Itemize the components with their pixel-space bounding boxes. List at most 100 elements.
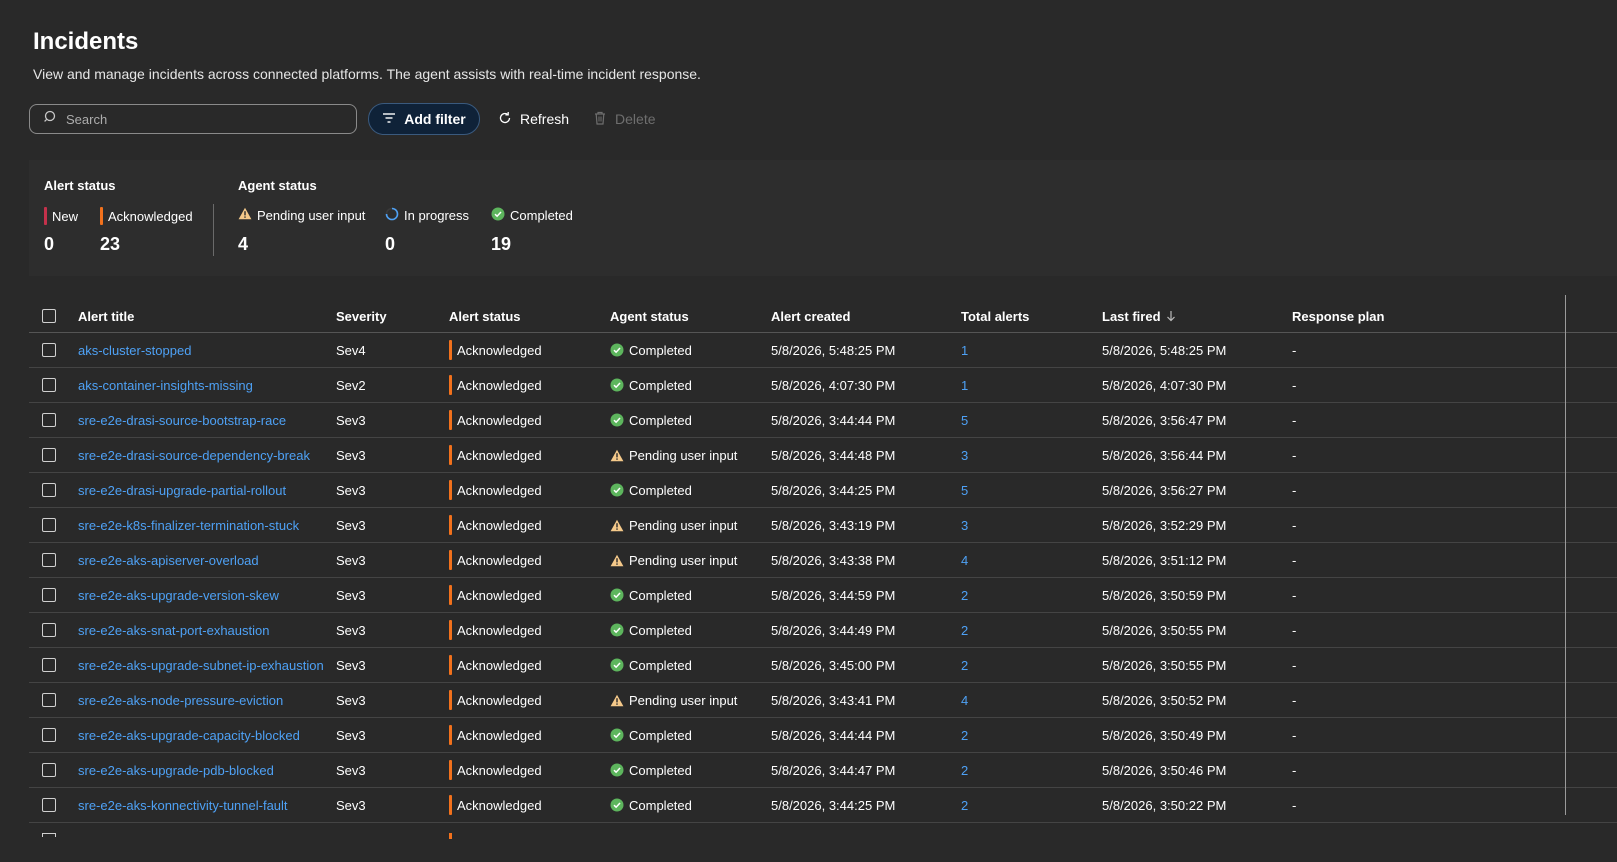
alert-status-bar	[449, 585, 452, 605]
table-row[interactable]: sre-e2e-k8s-finalizer-termination-stuck S…	[29, 508, 1617, 543]
alert-title-link[interactable]: sre-e2e-drasi-upgrade-partial-rollout	[78, 473, 286, 507]
table-row[interactable]: sre-e2e-aks-apiserver-overload Sev3 Acknow…	[29, 543, 1617, 578]
table-row[interactable]: sre-e2e-drasi-source-dependency-break Sev…	[29, 438, 1617, 473]
refresh-button[interactable]: Refresh	[498, 111, 569, 128]
total-alerts-link[interactable]: 2	[961, 613, 968, 647]
select-all-checkbox[interactable]	[42, 309, 56, 323]
table-row[interactable]: sre-e2e-drasi-source-bootstrap-race Sev3 A…	[29, 403, 1617, 438]
alert-status-bar	[449, 760, 452, 780]
row-checkbox[interactable]	[42, 343, 56, 357]
agent-completed-label: Completed	[510, 208, 573, 223]
alert-title-link[interactable]: aks-container-insights-missing	[78, 368, 253, 402]
agent-progress-label: In progress	[404, 208, 470, 223]
col-total-alerts[interactable]: Total alerts	[961, 300, 1029, 332]
alert-title-link[interactable]: sre-e2e-drasi-source-bootstrap-race	[78, 403, 286, 437]
add-filter-button[interactable]: Add filter	[368, 103, 480, 135]
row-checkbox-cell	[42, 543, 56, 577]
alert-title-link[interactable]: sre-e2e-aks-node-pressure-eviction	[78, 683, 283, 717]
col-agent-status[interactable]: Agent status	[610, 300, 689, 332]
total-alerts-link[interactable]: 3	[961, 438, 968, 472]
alert-title-link[interactable]: sre-e2e-k8s-finalizer-termination-stuck	[78, 508, 299, 542]
agent-status-cell: Pending user input	[610, 438, 737, 472]
alert-title-link[interactable]: sre-e2e-drasi-source-dependency-break	[78, 438, 310, 472]
last-fired-value: 5/8/2026, 3:56:47 PM	[1102, 412, 1227, 428]
severity-value: Sev2	[336, 377, 366, 393]
alert-ack-filter[interactable]: Acknowledged	[100, 207, 193, 225]
ack-status-bar	[100, 207, 103, 225]
check-circle-icon	[610, 483, 624, 497]
last-fired-value: 5/8/2026, 3:52:29 PM	[1102, 517, 1227, 533]
row-checkbox[interactable]	[42, 763, 56, 777]
total-alerts-link[interactable]: 2	[961, 648, 968, 682]
table-row[interactable]: sre-e2e-aks-node-pressure-eviction Sev3 Ac…	[29, 683, 1617, 718]
row-checkbox[interactable]	[42, 553, 56, 567]
alert-title-link[interactable]: sre-e2e-aks-snat-port-exhaustion	[78, 613, 269, 647]
table-row[interactable]: sre-e2e-aks-konnectivity-tunnel-fault Sev…	[29, 788, 1617, 823]
row-checkbox[interactable]	[42, 658, 56, 672]
alert-created-value: 5/8/2026, 3:44:47 PM	[771, 762, 896, 778]
total-alerts-link[interactable]: 5	[961, 473, 968, 507]
agent-pending-filter[interactable]: Pending user input	[238, 207, 365, 223]
incidents-table: Alert title Severity Alert status Agent …	[29, 300, 1617, 843]
table-row[interactable]: aks-cluster-stopped Sev4 Acknowledged Compl…	[29, 333, 1617, 368]
total-alerts-link[interactable]: 2	[961, 718, 968, 752]
alert-created-value: 5/8/2026, 3:45:00 PM	[771, 657, 896, 673]
alert-status-cell: Acknowledged	[449, 788, 542, 822]
table-row[interactable]: sre-e2e-aks-upgrade-subnet-ip-exhaustion…	[29, 648, 1617, 683]
total-alerts-link[interactable]: 5	[961, 403, 968, 437]
col-alert-title[interactable]: Alert title	[78, 300, 134, 332]
table-row[interactable]: sre-e2e-drasi-upgrade-partial-rollout Sev…	[29, 473, 1617, 508]
delete-button[interactable]: Delete	[593, 111, 656, 128]
agent-progress-filter[interactable]: In progress	[385, 207, 469, 224]
alert-title-link[interactable]: sre-e2e-aks-upgrade-version-skew	[78, 578, 279, 612]
table-row[interactable]: sre-e2e-aks-upgrade-capacity-blocked Sev3…	[29, 718, 1617, 753]
alert-status-bar	[449, 725, 452, 745]
total-alerts-link[interactable]: 3	[961, 508, 968, 542]
response-plan-value: -	[1292, 622, 1297, 638]
search-input[interactable]	[64, 110, 348, 128]
row-checkbox[interactable]	[42, 518, 56, 532]
row-checkbox[interactable]	[42, 623, 56, 637]
row-checkbox[interactable]	[42, 728, 56, 742]
row-checkbox[interactable]	[42, 798, 56, 812]
total-alerts-link[interactable]: 1	[961, 368, 968, 402]
last-fired-value: 5/8/2026, 3:50:55 PM	[1102, 622, 1227, 638]
alert-title-link[interactable]: sre-e2e-aks-apiserver-overload	[78, 543, 259, 577]
total-alerts-link[interactable]: 1	[961, 333, 968, 367]
total-alerts-link[interactable]: 4	[961, 543, 968, 577]
severity-value: Sev3	[336, 622, 366, 638]
col-alert-status[interactable]: Alert status	[449, 300, 521, 332]
row-checkbox[interactable]	[42, 448, 56, 462]
row-checkbox[interactable]	[42, 693, 56, 707]
agent-status-cell: Completed	[610, 788, 692, 822]
row-checkbox[interactable]	[42, 588, 56, 602]
check-circle-icon	[610, 728, 624, 742]
alert-title-link[interactable]: sre-e2e-aks-upgrade-pdb-blocked	[78, 753, 274, 787]
table-row[interactable]: aks-container-insights-missing Sev2 Acknow…	[29, 368, 1617, 403]
new-status-bar	[44, 207, 47, 225]
alert-title-link[interactable]: sre-e2e-aks-konnectivity-tunnel-fault	[78, 788, 288, 822]
table-row[interactable]: sre-e2e-aks-upgrade-version-skew Sev3 Ackn…	[29, 578, 1617, 613]
agent-status-cell: Completed	[610, 648, 692, 682]
total-alerts-link[interactable]: 2	[961, 753, 968, 787]
row-checkbox[interactable]	[42, 413, 56, 427]
alert-new-filter[interactable]: New	[44, 207, 78, 225]
search-box[interactable]	[29, 104, 357, 134]
col-severity[interactable]: Severity	[336, 300, 387, 332]
col-alert-created[interactable]: Alert created	[771, 300, 850, 332]
col-last-fired[interactable]: Last fired	[1102, 300, 1176, 332]
agent-completed-filter[interactable]: Completed	[491, 207, 573, 224]
table-row[interactable]: sre-e2e-aks-snat-port-exhaustion Sev3 Ackn…	[29, 613, 1617, 648]
alert-title-link[interactable]: sre-e2e-aks-upgrade-capacity-blocked	[78, 718, 300, 752]
alert-created-value: 5/8/2026, 3:43:19 PM	[771, 517, 896, 533]
col-response-plan[interactable]: Response plan	[1292, 300, 1384, 332]
total-alerts-link[interactable]: 4	[961, 683, 968, 717]
row-checkbox[interactable]	[42, 483, 56, 497]
total-alerts-link[interactable]: 2	[961, 788, 968, 822]
row-checkbox[interactable]	[42, 378, 56, 392]
toolbar: Add filter Refresh Delete	[29, 103, 656, 135]
alert-title-link[interactable]: sre-e2e-aks-upgrade-subnet-ip-exhaustion	[78, 648, 324, 682]
total-alerts-link[interactable]: 2	[961, 578, 968, 612]
alert-title-link[interactable]: aks-cluster-stopped	[78, 333, 191, 367]
table-row[interactable]: sre-e2e-aks-upgrade-pdb-blocked Sev3 Ackno…	[29, 753, 1617, 788]
